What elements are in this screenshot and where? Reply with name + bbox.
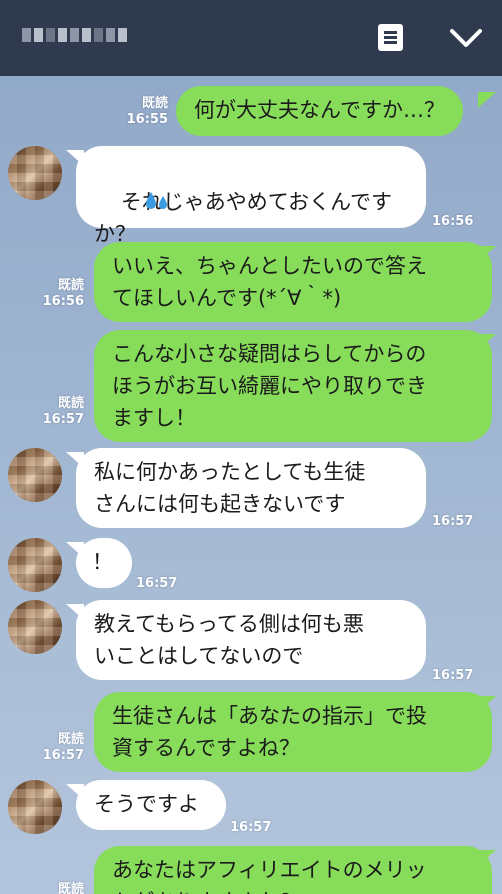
message-meta: 既読: [57, 882, 84, 894]
outgoing-message[interactable]: 何が大丈夫なんですか…？: [176, 86, 463, 136]
incoming-message[interactable]: そうですよ: [76, 780, 226, 830]
outgoing-message[interactable]: こんな小さな疑問はらしてからの ほうがお互い綺麗にやり取りでき ますし！: [94, 330, 492, 442]
message-time: 16:57: [432, 514, 474, 529]
avatar[interactable]: [8, 780, 62, 834]
outgoing-message[interactable]: いいえ、ちゃんとしたいので答え てほしいんです(*´∀｀*): [94, 242, 492, 322]
chat-header: [0, 0, 502, 76]
incoming-message[interactable]: 私に何かあったとしても生徒 さんには何も起きないです: [76, 448, 426, 528]
message-meta: 既読 16:57: [42, 732, 84, 763]
incoming-message-text: それじゃあやめておくんです か？: [94, 190, 393, 246]
message-time: 16:57: [230, 820, 272, 835]
sweat-drop-icon: [146, 192, 167, 209]
message-time: 16:57: [136, 576, 178, 591]
note-icon[interactable]: [378, 24, 403, 51]
incoming-message[interactable]: 教えてもらってる側は何も悪 いことはしてないので: [76, 600, 426, 680]
message-meta: 既読 16:57: [42, 396, 84, 427]
chat-area[interactable]: 既読 16:55 何が大丈夫なんですか…？ それじゃあやめておくんです か？ 16…: [0, 76, 502, 894]
contact-name-redacted: [22, 28, 127, 42]
avatar[interactable]: [8, 448, 62, 502]
outgoing-message[interactable]: 生徒さんは「あなたの指示」で投 資するんですよね？: [94, 692, 492, 772]
message-meta: 既読 16:55: [126, 96, 168, 127]
message-meta: 既読 16:56: [42, 278, 84, 309]
incoming-message[interactable]: ！: [76, 538, 132, 588]
avatar[interactable]: [8, 146, 62, 200]
incoming-message[interactable]: それじゃあやめておくんです か？: [76, 146, 426, 246]
outgoing-message[interactable]: あなたはアフィリエイトのメリッ トがありますよね？: [94, 846, 492, 894]
message-time: 16:56: [432, 214, 474, 229]
chevron-down-icon[interactable]: [448, 26, 484, 50]
avatar[interactable]: [8, 600, 62, 654]
avatar[interactable]: [8, 538, 62, 592]
message-time: 16:57: [432, 668, 474, 683]
